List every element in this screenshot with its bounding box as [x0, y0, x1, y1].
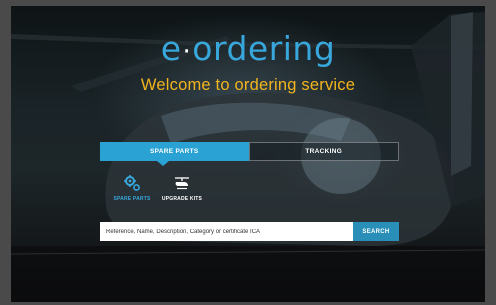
- hero-frame: e·ordering Welcome to ordering service S…: [11, 6, 485, 302]
- tab-tracking[interactable]: TRACKING: [248, 142, 399, 161]
- upgrade-kits-option-label: UPGRADE KITS: [161, 196, 203, 202]
- active-tab-pointer: [157, 161, 169, 166]
- spare-parts-option[interactable]: SPARE PARTS: [107, 174, 157, 202]
- search-bar: SEARCH: [100, 222, 399, 241]
- search-tabs: SPARE PARTS TRACKING: [100, 142, 399, 161]
- welcome-title: Welcome to ordering service: [140, 76, 356, 94]
- search-button[interactable]: SEARCH: [353, 222, 399, 241]
- gears-icon: [124, 175, 140, 191]
- helicopter-icon: [175, 177, 189, 190]
- tab-spare-parts[interactable]: SPARE PARTS: [100, 142, 249, 161]
- search-input[interactable]: [100, 222, 353, 241]
- upgrade-kits-option[interactable]: UPGRADE KITS: [157, 174, 207, 202]
- eordering-logo: e·ordering: [160, 29, 336, 68]
- spare-parts-option-label: SPARE PARTS: [113, 196, 151, 202]
